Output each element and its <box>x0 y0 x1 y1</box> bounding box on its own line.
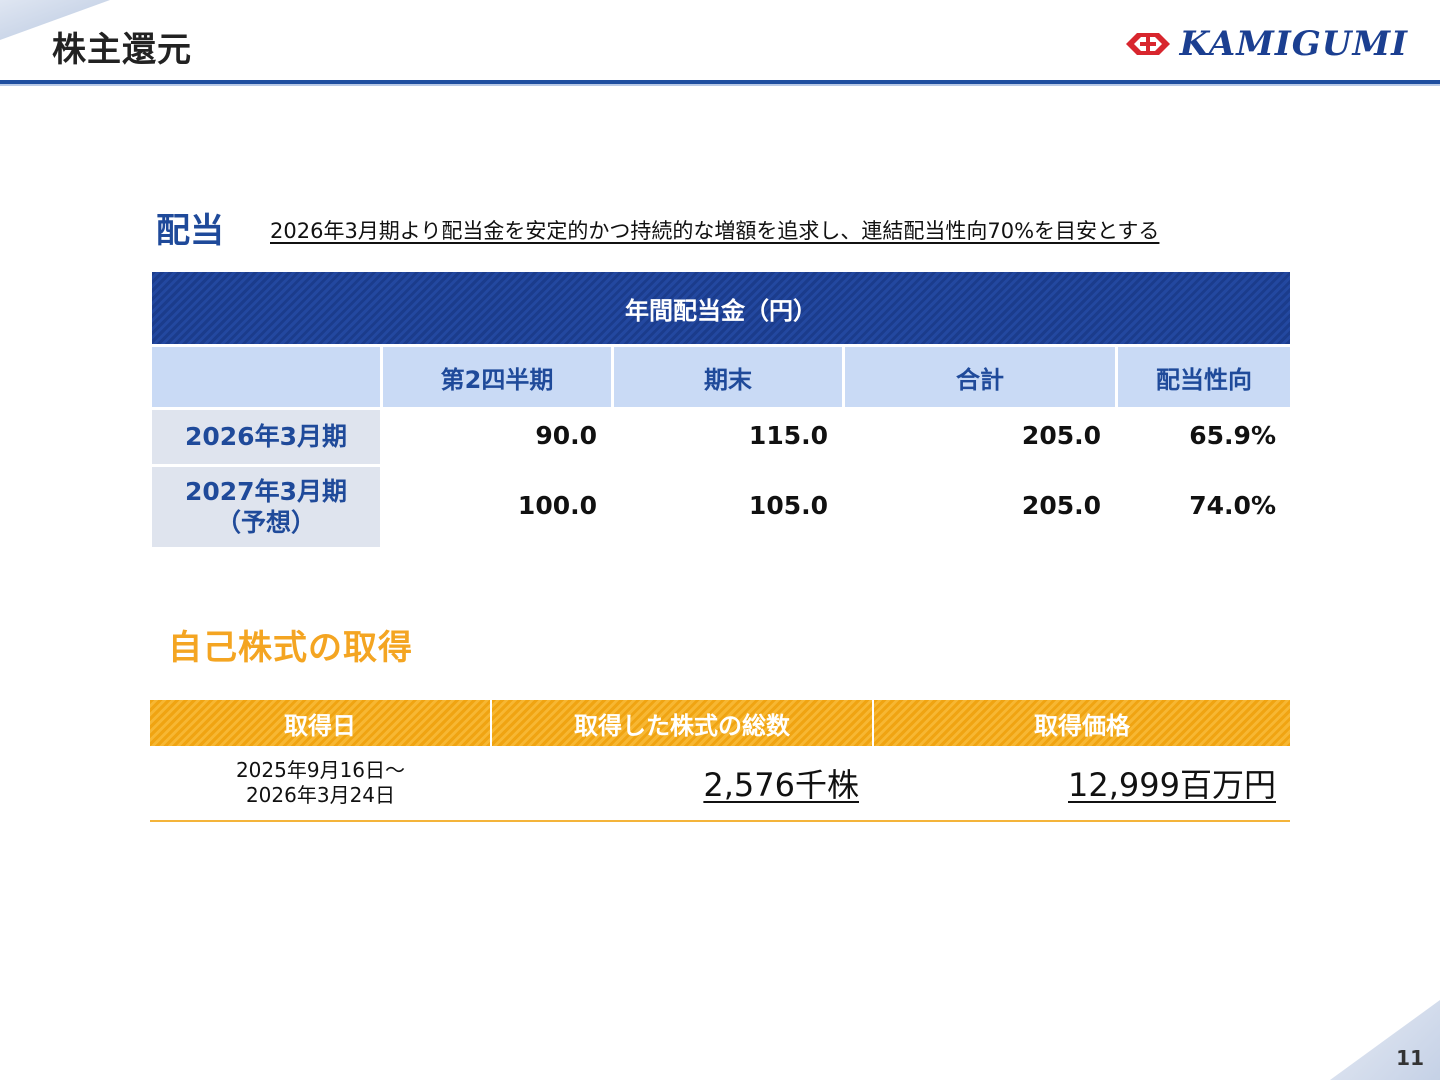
column-header-price: 取得価格 <box>872 700 1290 746</box>
column-header-total: 合計 <box>842 344 1115 407</box>
dividend-header-row: 第2四半期 期末 合計 配当性向 <box>152 344 1290 407</box>
company-logo: KAMIGUMI <box>1125 24 1408 64</box>
value-payout: 74.0% <box>1189 491 1276 520</box>
table-row: 2026年3月期 90.0 115.0 205.0 65.9% <box>152 407 1290 464</box>
buyback-header-row: 取得日 取得した株式の総数 取得価格 <box>150 700 1290 746</box>
value-year-end: 105.0 <box>748 491 828 520</box>
logo-text: KAMIGUMI <box>1179 24 1408 64</box>
acquisition-price-value: 12,999百万円 <box>873 746 1290 822</box>
kamigumi-mark-icon <box>1125 33 1170 55</box>
value-q2: 90.0 <box>535 421 597 450</box>
value-q2: 100.0 <box>517 491 597 520</box>
total-shares-value: 2,576千株 <box>491 746 873 822</box>
value-total: 205.0 <box>1021 491 1101 520</box>
row-label: 2026年3月期 <box>152 407 380 464</box>
buyback-table: 取得日 取得した株式の総数 取得価格 2025年9月16日～ 2026年3月24… <box>150 700 1290 822</box>
column-header-shares: 取得した株式の総数 <box>490 700 873 746</box>
header-divider <box>0 80 1440 86</box>
column-header-q2: 第2四半期 <box>380 344 611 407</box>
value-total: 205.0 <box>1021 421 1101 450</box>
value-year-end: 115.0 <box>748 421 828 450</box>
row-label: 2027年3月期 （予想） <box>152 464 380 547</box>
dividend-section-title: 配当 <box>156 211 224 251</box>
buyback-section-title: 自己株式の取得 <box>168 628 413 668</box>
value-payout: 65.9% <box>1189 421 1276 450</box>
column-header-payout: 配当性向 <box>1115 344 1290 407</box>
column-header-year-end: 期末 <box>611 344 842 407</box>
acquisition-period: 2025年9月16日～ 2026年3月24日 <box>150 746 491 822</box>
dividend-policy-text: 2026年3月期より配当金を安定的かつ持続的な増額を追求し、連結配当性向70%を… <box>270 219 1160 243</box>
page-title: 株主還元 <box>52 30 192 70</box>
dividend-table-title: 年間配当金（円） <box>152 272 1290 344</box>
dividend-table: 年間配当金（円） 第2四半期 期末 合計 配当性向 2026年3月期 90.0 … <box>152 272 1290 547</box>
table-row: 2027年3月期 （予想） 100.0 105.0 205.0 74.0% <box>152 464 1290 547</box>
column-header-date: 取得日 <box>150 700 491 746</box>
table-row: 2025年9月16日～ 2026年3月24日 2,576千株 12,999百万円 <box>150 746 1290 822</box>
empty-header-cell <box>152 344 380 407</box>
page-number: 11 <box>1396 1046 1424 1070</box>
